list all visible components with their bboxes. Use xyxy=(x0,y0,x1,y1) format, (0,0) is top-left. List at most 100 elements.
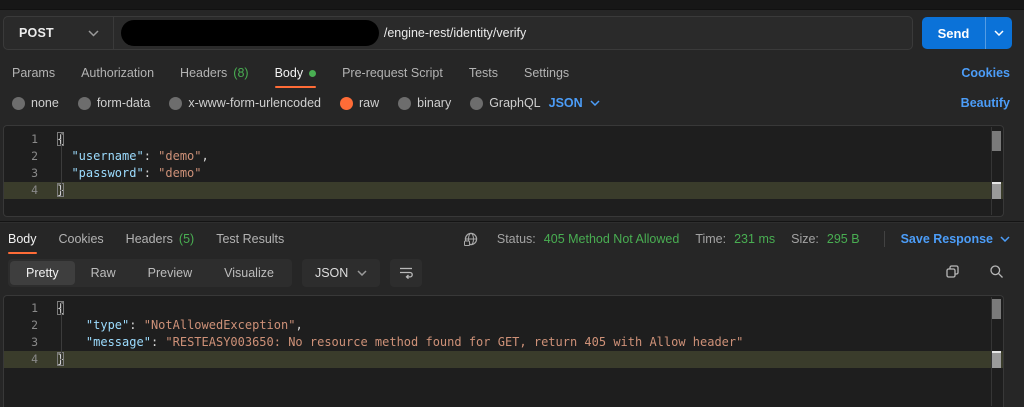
send-options-button[interactable] xyxy=(985,17,1012,49)
body-language-selector[interactable]: JSON xyxy=(549,96,600,110)
response-tab-test-results[interactable]: Test Results xyxy=(216,224,284,254)
code-token: "RESTEASY003650: No resource method foun… xyxy=(165,335,744,349)
time-label: Time: xyxy=(695,232,727,246)
code-line-3[interactable]: 3 "message": "RESTEASY003650: No resourc… xyxy=(4,334,1003,351)
radio-icon xyxy=(12,96,25,110)
body-mode-binary[interactable]: binary xyxy=(398,96,451,110)
url-input[interactable]: /engine-rest/identity/verify xyxy=(114,17,912,49)
tab-label: Settings xyxy=(524,66,570,80)
chevron-down-icon xyxy=(88,29,99,37)
method-selector[interactable]: POST xyxy=(4,17,114,49)
code-line-2[interactable]: 2 "username": "demo", xyxy=(4,148,1003,165)
status-label: Status: xyxy=(496,232,536,246)
code-line-4[interactable]: 4} xyxy=(4,182,1003,199)
code-token: : xyxy=(143,149,159,163)
tab-label: Headers xyxy=(180,66,228,80)
vertical-divider xyxy=(883,231,885,247)
code-line-3[interactable]: 3 "password": "demo" xyxy=(4,165,1003,182)
indent-guide xyxy=(61,134,62,196)
code-line-4[interactable]: 4} xyxy=(4,351,1003,368)
body-language-label: JSON xyxy=(548,96,583,110)
send-button-group: Send xyxy=(922,17,1012,49)
code-token: "password" xyxy=(71,166,144,180)
request-body-editor[interactable]: 1{2 "username": "demo",3 "password": "de… xyxy=(3,125,1004,217)
response-tabs: Body Cookies Headers (5) Test Results xyxy=(8,224,284,254)
code-token: : xyxy=(143,166,159,180)
body-mode-graphql[interactable]: GraphQL xyxy=(470,96,541,110)
section-divider xyxy=(0,221,1024,222)
response-tab-body[interactable]: Body xyxy=(8,224,37,254)
mode-label: x-www-form-urlencoded xyxy=(188,96,321,110)
tab-label: Headers xyxy=(125,232,173,246)
tab-label: Body xyxy=(274,66,304,80)
beautify-link[interactable]: Beautify xyxy=(961,96,1010,110)
cookies-link[interactable]: Cookies xyxy=(961,66,1010,80)
code-token: : xyxy=(150,335,166,349)
editor-scrollbar-thumb[interactable] xyxy=(992,299,1001,319)
response-tab-cookies[interactable]: Cookies xyxy=(59,224,104,254)
window-top-strip xyxy=(0,0,1024,10)
response-view-pretty[interactable]: Pretty xyxy=(10,261,75,285)
response-tab-headers[interactable]: Headers (5) xyxy=(126,224,195,254)
response-view-visualize[interactable]: Visualize xyxy=(208,261,290,285)
cursor-line-marker xyxy=(992,351,1001,368)
chevron-down-icon xyxy=(994,30,1004,36)
line-number: 4 xyxy=(31,352,38,366)
request-code-lines: 1{2 "username": "demo",3 "password": "de… xyxy=(4,131,1003,199)
request-tab-tests[interactable]: Tests xyxy=(469,58,498,88)
wrap-text-button[interactable] xyxy=(390,259,423,287)
request-tab-body[interactable]: Body xyxy=(274,58,317,88)
response-code-lines: 1{2 "type": "NotAllowedException",3 "mes… xyxy=(4,300,1003,368)
request-tab-pre-request-script[interactable]: Pre-request Script xyxy=(342,58,443,88)
tab-count-badge: (8) xyxy=(233,66,249,80)
body-mode-options: none form-data x-www-form-urlencoded raw bin… xyxy=(12,96,541,110)
request-tab-params[interactable]: Params xyxy=(12,58,55,88)
radio-icon xyxy=(340,96,353,110)
send-button[interactable]: Send xyxy=(922,17,985,49)
mode-label: GraphQL xyxy=(489,96,541,110)
response-status-group: Status: 405 Method Not Allowed Time: 231… xyxy=(463,231,1010,247)
status-value: 405 Method Not Allowed xyxy=(543,232,680,246)
response-view-preview[interactable]: Preview xyxy=(132,261,208,285)
save-response-button[interactable]: Save Response xyxy=(901,232,1010,246)
search-response-button[interactable] xyxy=(980,259,1012,287)
body-mode-form-data[interactable]: form-data xyxy=(77,96,150,110)
editor-scrollbar-thumb[interactable] xyxy=(992,131,1001,151)
radio-icon xyxy=(398,96,412,110)
size-value: 295 B xyxy=(826,232,860,246)
tab-label: Tests xyxy=(468,66,498,80)
method-label: POST xyxy=(19,26,54,40)
search-icon xyxy=(989,264,1004,282)
tab-label: Test Results xyxy=(216,232,285,246)
code-token: : xyxy=(129,318,144,332)
redacted-url-segment xyxy=(120,20,379,46)
request-tabs: Params Authorization Headers (8) Body Pre-req… xyxy=(12,58,569,88)
line-number: 1 xyxy=(31,132,38,146)
request-tab-headers[interactable]: Headers (8) xyxy=(180,58,249,88)
time-value: 231 ms xyxy=(734,232,776,246)
response-view-toolbar: Pretty Raw Preview Visualize JSON xyxy=(0,254,1024,292)
code-text: "password": "demo" xyxy=(38,165,202,182)
body-mode-raw[interactable]: raw xyxy=(340,96,379,110)
code-text: "message": "RESTEASY003650: No resource … xyxy=(38,334,743,351)
response-view-raw[interactable]: Raw xyxy=(75,261,132,285)
code-line-1[interactable]: 1{ xyxy=(4,131,1003,148)
request-tab-authorization[interactable]: Authorization xyxy=(81,58,154,88)
request-tab-settings[interactable]: Settings xyxy=(524,58,569,88)
unsaved-changes-dot-icon xyxy=(309,69,317,77)
mode-label: raw xyxy=(359,96,380,110)
body-mode-row: none form-data x-www-form-urlencoded raw bin… xyxy=(0,88,1024,118)
body-mode-none[interactable]: none xyxy=(12,96,59,110)
body-mode-x-www-form-urlencoded[interactable]: x-www-form-urlencoded xyxy=(169,96,321,110)
code-line-2[interactable]: 2 "type": "NotAllowedException", xyxy=(4,317,1003,334)
response-language-selector[interactable]: JSON xyxy=(301,259,381,287)
code-line-1[interactable]: 1{ xyxy=(4,300,1003,317)
response-body-editor[interactable]: 1{2 "type": "NotAllowedException",3 "mes… xyxy=(3,295,1004,407)
copy-response-button[interactable] xyxy=(936,259,968,287)
code-text: "type": "NotAllowedException", xyxy=(38,317,303,334)
line-number: 4 xyxy=(31,183,38,197)
tab-label: Body xyxy=(8,232,37,246)
code-token: "demo" xyxy=(158,166,202,180)
line-number: 2 xyxy=(31,318,38,332)
